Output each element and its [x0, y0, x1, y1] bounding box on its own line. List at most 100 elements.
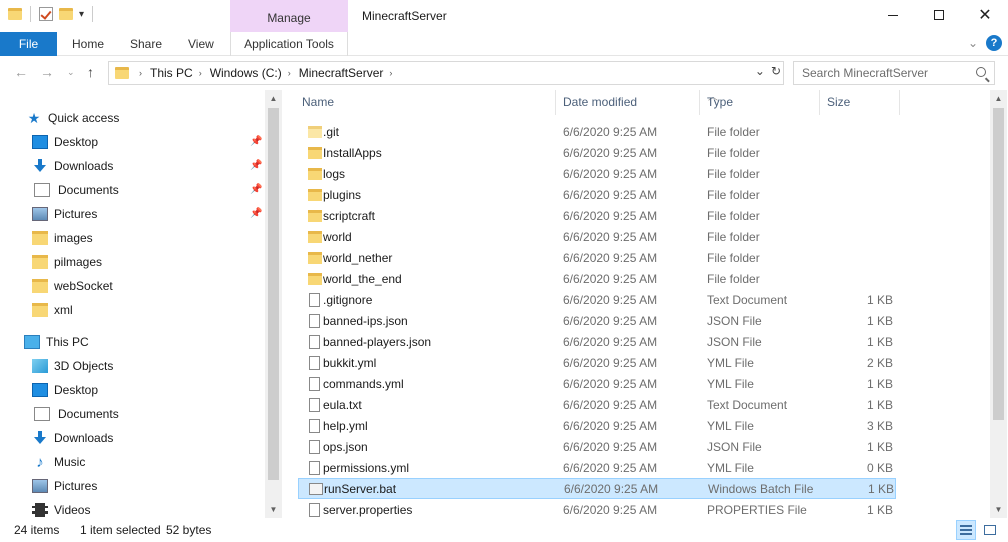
- table-row[interactable]: runServer.bat 6/6/2020 9:25 AM Windows Bat…: [298, 478, 896, 499]
- table-row[interactable]: banned-players.json 6/6/2020 9:25 AM JSON …: [298, 331, 896, 352]
- up-arrow-icon[interactable]: ↑: [87, 64, 94, 80]
- table-row[interactable]: world_the_end 6/6/2020 9:25 AM File folder: [298, 268, 896, 289]
- back-arrow-icon[interactable]: ←: [14, 64, 28, 80]
- table-row[interactable]: server.properties 6/6/2020 9:25 AM PROPERT…: [298, 499, 896, 520]
- table-row[interactable]: .gitignore 6/6/2020 9:25 AM Text Document 1…: [298, 289, 896, 310]
- tab-share[interactable]: Share: [130, 32, 162, 56]
- tab-home[interactable]: Home: [72, 32, 104, 56]
- chevron-right-icon[interactable]: ›: [139, 68, 142, 78]
- column-header-date-modified[interactable]: Date modified: [556, 90, 700, 115]
- table-row[interactable]: ops.json 6/6/2020 9:25 AM JSON File 1 KB: [298, 436, 896, 457]
- nav-item-3d-objects[interactable]: 3D Objects: [32, 354, 113, 378]
- nav-item-downloads[interactable]: Downloads: [32, 154, 113, 178]
- table-row[interactable]: commands.yml 6/6/2020 9:25 AM YML File 1 KB: [298, 373, 896, 394]
- tab-view[interactable]: View: [188, 32, 214, 56]
- file-name: plugins: [323, 187, 362, 202]
- file-name: world_the_end: [323, 271, 402, 286]
- pin-icon[interactable]: 📌: [250, 208, 262, 219]
- scrollbar-thumb[interactable]: [268, 108, 279, 480]
- nav-item-images[interactable]: images: [32, 226, 93, 250]
- nav-item-pc-documents[interactable]: Documents: [32, 402, 119, 426]
- nav-item-label: Pictures: [54, 479, 98, 493]
- search-box[interactable]: Search MinecraftServer: [793, 61, 995, 85]
- nav-item-pc-desktop[interactable]: Desktop: [32, 378, 98, 402]
- column-header-type[interactable]: Type: [700, 90, 820, 115]
- scroll-down-icon[interactable]: ▼: [990, 501, 1007, 518]
- scroll-up-icon[interactable]: ▲: [265, 90, 282, 107]
- nav-item-pilmages[interactable]: pilmages: [32, 250, 102, 274]
- nav-item-pc-downloads[interactable]: Downloads: [32, 426, 113, 450]
- table-row[interactable]: InstallApps 6/6/2020 9:25 AM File folder: [298, 142, 896, 163]
- table-row[interactable]: bukkit.yml 6/6/2020 9:25 AM YML File 2 KB: [298, 352, 896, 373]
- nav-item-pc-pictures[interactable]: Pictures: [32, 474, 97, 498]
- table-row[interactable]: plugins 6/6/2020 9:25 AM File folder: [298, 184, 896, 205]
- nav-item-label: Downloads: [54, 431, 114, 445]
- help-icon[interactable]: ?: [986, 35, 1002, 51]
- scrollbar-thumb[interactable]: [993, 108, 1004, 420]
- file-list-scrollbar[interactable]: ▲ ▼: [990, 90, 1007, 518]
- table-row[interactable]: eula.txt 6/6/2020 9:25 AM Text Document 1 K…: [298, 394, 896, 415]
- status-selection-size: 52 bytes: [166, 523, 212, 537]
- table-row[interactable]: world 6/6/2020 9:25 AM File folder: [298, 226, 896, 247]
- table-row[interactable]: help.yml 6/6/2020 9:25 AM YML File 3 KB: [298, 415, 896, 436]
- pin-icon[interactable]: 📌: [250, 136, 262, 147]
- table-row[interactable]: logs 6/6/2020 9:25 AM File folder: [298, 163, 896, 184]
- table-row[interactable]: scriptcraft 6/6/2020 9:25 AM File folder: [298, 205, 896, 226]
- nav-item-desktop[interactable]: Desktop: [32, 130, 98, 154]
- file-name: .gitignore: [323, 292, 373, 307]
- close-button[interactable]: ✕: [962, 0, 1008, 30]
- file-icon: [309, 418, 320, 433]
- nav-this-pc[interactable]: This PC: [24, 330, 89, 354]
- chevron-right-icon[interactable]: ›: [199, 68, 202, 78]
- maximize-button[interactable]: [916, 0, 962, 30]
- new-folder-icon[interactable]: [59, 8, 73, 20]
- scroll-down-icon[interactable]: ▼: [265, 501, 282, 518]
- customize-toolbar-dropdown-icon[interactable]: ▾: [79, 9, 84, 20]
- search-icon[interactable]: [976, 67, 986, 77]
- tab-file[interactable]: File: [0, 32, 57, 56]
- nav-item-label: Documents: [58, 183, 119, 197]
- nav-item-music[interactable]: ♪ Music: [32, 450, 85, 474]
- refresh-icon[interactable]: ↻: [771, 64, 781, 78]
- file-name: logs: [323, 166, 346, 181]
- pin-icon[interactable]: 📌: [250, 184, 262, 195]
- nav-quick-access[interactable]: ★ Quick access: [26, 106, 120, 130]
- pin-icon[interactable]: 📌: [250, 160, 262, 171]
- downloads-icon: [32, 159, 48, 173]
- chevron-right-icon[interactable]: ›: [288, 68, 291, 78]
- address-bar[interactable]: › This PC › Windows (C:) › MinecraftServ…: [108, 61, 784, 85]
- nav-item-xml[interactable]: xml: [32, 298, 73, 322]
- column-header-size[interactable]: Size: [820, 90, 900, 115]
- chevron-right-icon[interactable]: ›: [389, 68, 392, 78]
- nav-item-documents[interactable]: Documents: [32, 178, 119, 202]
- table-row[interactable]: banned-ips.json 6/6/2020 9:25 AM JSON File…: [298, 310, 896, 331]
- nav-item-pictures[interactable]: Pictures: [32, 202, 97, 226]
- file-type: Text Document: [707, 397, 788, 412]
- scroll-up-icon[interactable]: ▲: [990, 90, 1007, 107]
- details-view-button[interactable]: [956, 520, 976, 540]
- nav-item-label: Desktop: [54, 383, 99, 397]
- table-row[interactable]: world_nether 6/6/2020 9:25 AM File folder: [298, 247, 896, 268]
- nav-pane-scrollbar[interactable]: ▲ ▼: [265, 90, 282, 518]
- table-row[interactable]: .git 6/6/2020 9:25 AM File folder: [298, 121, 896, 142]
- quick-access-toolbar: ▾: [8, 6, 95, 22]
- address-dropdown-icon[interactable]: ⌄: [755, 64, 765, 78]
- breadcrumb-this-pc[interactable]: This PC: [150, 66, 193, 80]
- date-modified: 6/6/2020 9:25 AM: [563, 187, 658, 202]
- minimize-button[interactable]: [870, 0, 916, 30]
- details-view-icon: [960, 525, 972, 535]
- file-type: File folder: [707, 166, 760, 181]
- column-header-name[interactable]: Name: [284, 90, 556, 115]
- breadcrumb-windows-c[interactable]: Windows (C:): [210, 66, 282, 80]
- nav-item-videos[interactable]: Videos: [32, 498, 90, 518]
- table-row[interactable]: permissions.yml 6/6/2020 9:25 AM YML File 0…: [298, 457, 896, 478]
- recent-locations-chevron-icon[interactable]: ⌄: [67, 67, 75, 78]
- properties-icon[interactable]: [39, 7, 53, 21]
- expand-ribbon-icon[interactable]: ⌄: [968, 36, 978, 50]
- forward-arrow-icon[interactable]: →: [40, 64, 54, 80]
- large-icons-view-button[interactable]: [980, 520, 1000, 540]
- search-input[interactable]: Search MinecraftServer: [802, 66, 928, 80]
- breadcrumb-minecraftserver[interactable]: MinecraftServer: [299, 66, 384, 80]
- nav-item-websocket[interactable]: webSocket: [32, 274, 113, 298]
- tab-application-tools[interactable]: Application Tools: [230, 32, 348, 56]
